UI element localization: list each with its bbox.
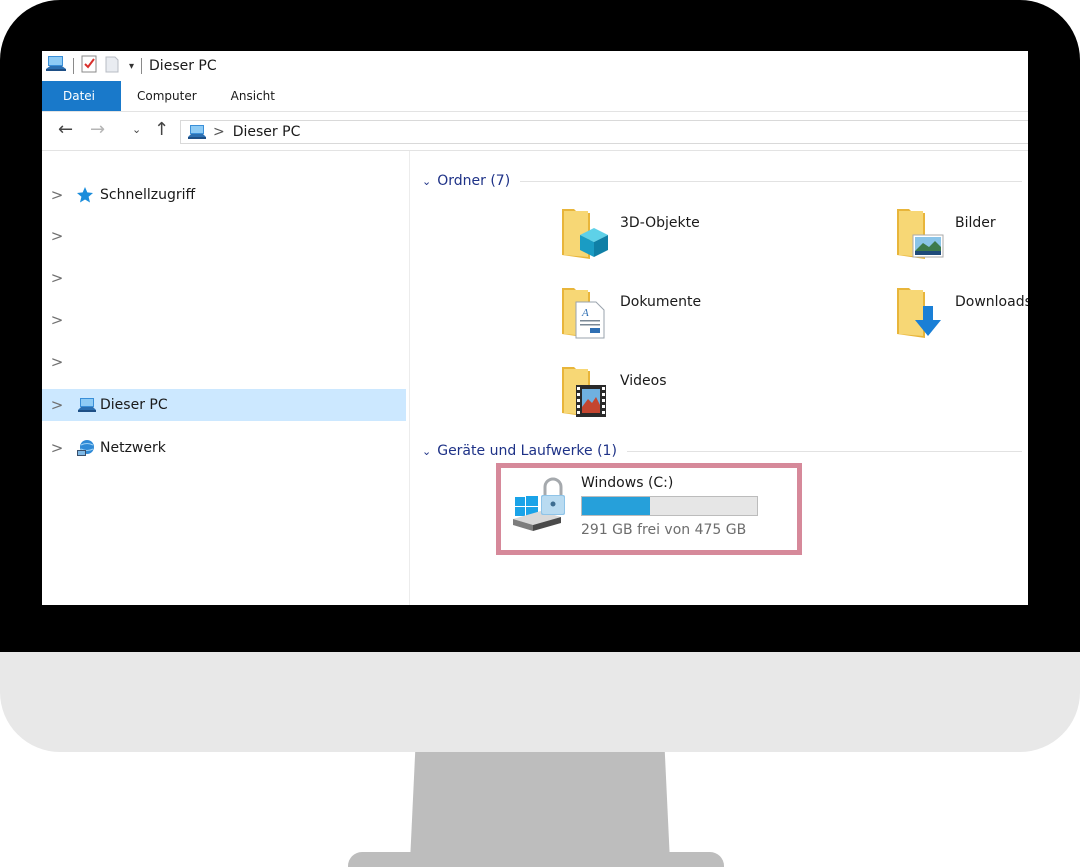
properties-icon[interactable] [81, 55, 97, 77]
group-divider [626, 450, 1022, 452]
tab-ansicht[interactable]: Ansicht [219, 81, 287, 111]
folder-item[interactable]: 3D-Objekte [560, 205, 860, 265]
folder-item[interactable]: Videos [560, 363, 860, 423]
computer-icon[interactable] [46, 55, 66, 77]
recent-dropdown-icon[interactable]: ⌄ [132, 120, 141, 140]
drive-free-space: 291 GB frei von 475 GB [581, 522, 747, 538]
folder-label: Bilder [955, 215, 996, 231]
chevron-right-icon[interactable]: > [50, 269, 64, 287]
chevron-down-icon[interactable]: ⌄ [422, 445, 431, 458]
breadcrumb-separator: > [213, 124, 225, 140]
ribbon-tabs: Datei Computer Ansicht [42, 81, 1028, 112]
back-arrow-icon[interactable]: ← [58, 120, 73, 140]
folder-label: Downloads [955, 294, 1028, 310]
star-icon [76, 186, 98, 204]
up-arrow-icon[interactable]: ↑ [154, 120, 169, 140]
computer-icon [187, 124, 207, 140]
drive-windows-lock-icon [511, 475, 571, 539]
tab-datei[interactable]: Datei [42, 81, 122, 111]
group-divider [520, 180, 1022, 182]
chevron-right-icon[interactable]: > [50, 311, 64, 329]
folder-label: 3D-Objekte [620, 215, 700, 231]
new-folder-icon[interactable] [105, 55, 119, 77]
drive-usage-fill [582, 497, 650, 515]
address-field[interactable]: > Dieser PC [180, 120, 1028, 144]
drive-name: Windows (C:) [581, 475, 674, 491]
network-icon [76, 439, 98, 457]
monitor-stand-neck [410, 752, 670, 862]
sidebar-item-collapsed-2[interactable]: > [42, 262, 406, 294]
folder-item[interactable]: A Dokumente [560, 284, 860, 344]
sidebar-item-label: Schnellzugriff [100, 187, 196, 203]
group-header-label: Geräte und Laufwerke (1) [437, 443, 617, 459]
sidebar-item-collapsed-1[interactable]: > [42, 220, 406, 252]
chevron-right-icon[interactable]: > [50, 186, 64, 204]
sidebar-item-collapsed-4[interactable]: > [42, 346, 406, 378]
group-header-ordner[interactable]: ⌄ Ordner (7) [422, 171, 1022, 191]
group-header-geraete[interactable]: ⌄ Geräte und Laufwerke (1) [422, 441, 1022, 461]
sidebar-item-collapsed-3[interactable]: > [42, 304, 406, 336]
monitor-chin [0, 652, 1080, 752]
address-bar: ← → ⌄ ↑ > Dieser PC [42, 112, 1028, 151]
content-area: ⌄ Ordner (7) 3D-Objekte Bilder A Dokumen… [410, 151, 1028, 605]
drive-item-windows-c[interactable]: Windows (C:) 291 GB frei von 475 GB [496, 463, 802, 555]
drive-usage-bar [581, 496, 758, 516]
sidebar-item-label: Dieser PC [100, 397, 168, 413]
sidebar-item-label: Netzwerk [100, 440, 166, 456]
chevron-right-icon[interactable]: > [50, 439, 64, 457]
sidebar-item-netzwerk[interactable]: > Netzwerk [42, 432, 406, 464]
toolbar-separator [141, 58, 143, 74]
group-header-label: Ordner (7) [437, 173, 511, 189]
tab-computer[interactable]: Computer [121, 81, 219, 111]
chevron-down-icon[interactable]: ⌄ [422, 175, 431, 188]
toolbar-separator [73, 58, 74, 74]
folder-item[interactable]: Downloads [895, 284, 1028, 344]
svg-text:A: A [581, 307, 589, 319]
title-bar: ▾ Dieser PC [42, 51, 1028, 81]
quick-access-toolbar: ▾ [42, 55, 149, 77]
computer-icon [76, 396, 98, 414]
file-explorer-window: ▾ Dieser PC Datei Computer Ansicht ← → ⌄… [42, 51, 1028, 605]
folder-item[interactable]: Bilder [895, 205, 1028, 265]
breadcrumb[interactable]: Dieser PC [233, 124, 301, 140]
chevron-right-icon[interactable]: > [50, 396, 64, 414]
folder-label: Dokumente [620, 294, 702, 310]
chevron-right-icon[interactable]: > [50, 353, 64, 371]
forward-arrow-icon[interactable]: → [90, 120, 105, 140]
window-title: Dieser PC [149, 58, 217, 74]
dropdown-icon[interactable]: ▾ [129, 61, 134, 72]
sidebar-item-dieser-pc[interactable]: > Dieser PC [42, 389, 406, 421]
navigation-pane: > Schnellzugriff > > > > > Dieser PC > N… [42, 151, 410, 605]
folder-label: Videos [620, 373, 667, 389]
chevron-right-icon[interactable]: > [50, 227, 64, 245]
monitor-stand-base [348, 852, 724, 867]
sidebar-item-schnellzugriff[interactable]: > Schnellzugriff [42, 179, 406, 211]
